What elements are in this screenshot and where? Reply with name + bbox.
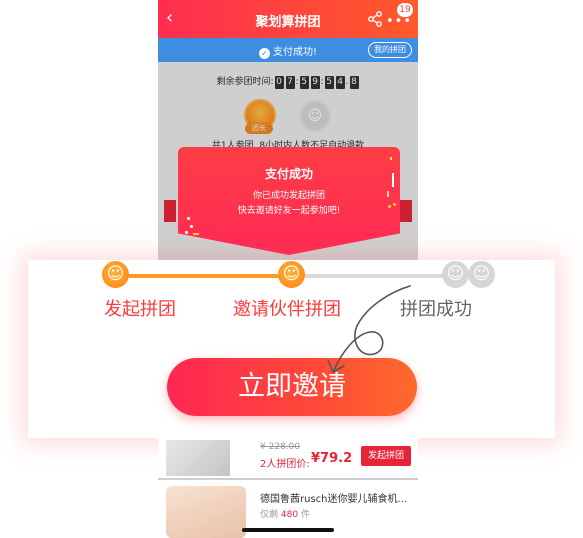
stock-prefix: 仅剩 bbox=[260, 510, 279, 520]
step3b-smiley-icon: ☺ bbox=[468, 261, 495, 288]
app-header: ‹ 聚划算拼团 ••• 19 bbox=[158, 0, 418, 38]
payment-status-bar: ✓ 支付成功! 我的拼团 bbox=[158, 38, 418, 62]
confetti-dot bbox=[190, 225, 193, 228]
confetti-dot bbox=[393, 203, 396, 206]
invite-step-panel: ☺ ☺ ☺ ☺ 发起拼团 邀请伙伴拼团 拼团成功 立即邀请 bbox=[28, 260, 555, 438]
hand-drawn-arrow-icon bbox=[327, 285, 411, 373]
confetti bbox=[390, 157, 392, 160]
stock-remaining: 仅剩 480 件 bbox=[260, 507, 310, 520]
confetti-dot bbox=[388, 205, 391, 208]
check-icon: ✓ bbox=[258, 48, 270, 59]
confetti bbox=[387, 191, 389, 197]
popup-line-1: 你已成功发起拼团 bbox=[252, 191, 325, 201]
original-price: ¥ 228.00 bbox=[260, 442, 301, 452]
step-label-start: 发起拼团 bbox=[104, 299, 176, 320]
my-group-button[interactable]: 我的拼团 bbox=[368, 42, 412, 58]
progress-track-done bbox=[116, 274, 292, 278]
success-popup: 支付成功 你已成功发起拼团 快去邀请好友一起参加吧! bbox=[178, 147, 400, 255]
group-price: ¥79.2 bbox=[311, 451, 353, 466]
start-group-button[interactable]: 发起拼团 bbox=[361, 446, 411, 466]
share-icon[interactable] bbox=[366, 10, 384, 28]
popup-line-2: 快去邀请好友一起参加吧! bbox=[237, 206, 341, 216]
confetti bbox=[193, 233, 199, 235]
popup-title: 支付成功 bbox=[264, 167, 313, 181]
step1-smiley-icon: ☺ bbox=[102, 261, 129, 288]
home-indicator bbox=[242, 528, 334, 532]
stock-count: 480 bbox=[280, 510, 299, 520]
product-card[interactable]: ¥ 228.00 2人拼团价: ¥79.2 发起拼团 bbox=[158, 438, 418, 478]
message-count-badge: 19 bbox=[397, 3, 413, 17]
product-image bbox=[166, 486, 246, 538]
confetti-dot bbox=[187, 217, 190, 220]
payment-status-text: 支付成功! bbox=[272, 47, 317, 58]
product-name: 德国鲁茜rusch迷你婴儿辅食机... bbox=[260, 494, 408, 505]
confetti-dot bbox=[185, 231, 188, 234]
product-image bbox=[166, 440, 230, 476]
confetti bbox=[392, 173, 394, 187]
group-price-label: 2人拼团价: bbox=[260, 459, 310, 470]
stock-suffix: 件 bbox=[300, 510, 310, 520]
step3-smiley-icon: ☺ bbox=[442, 261, 469, 288]
